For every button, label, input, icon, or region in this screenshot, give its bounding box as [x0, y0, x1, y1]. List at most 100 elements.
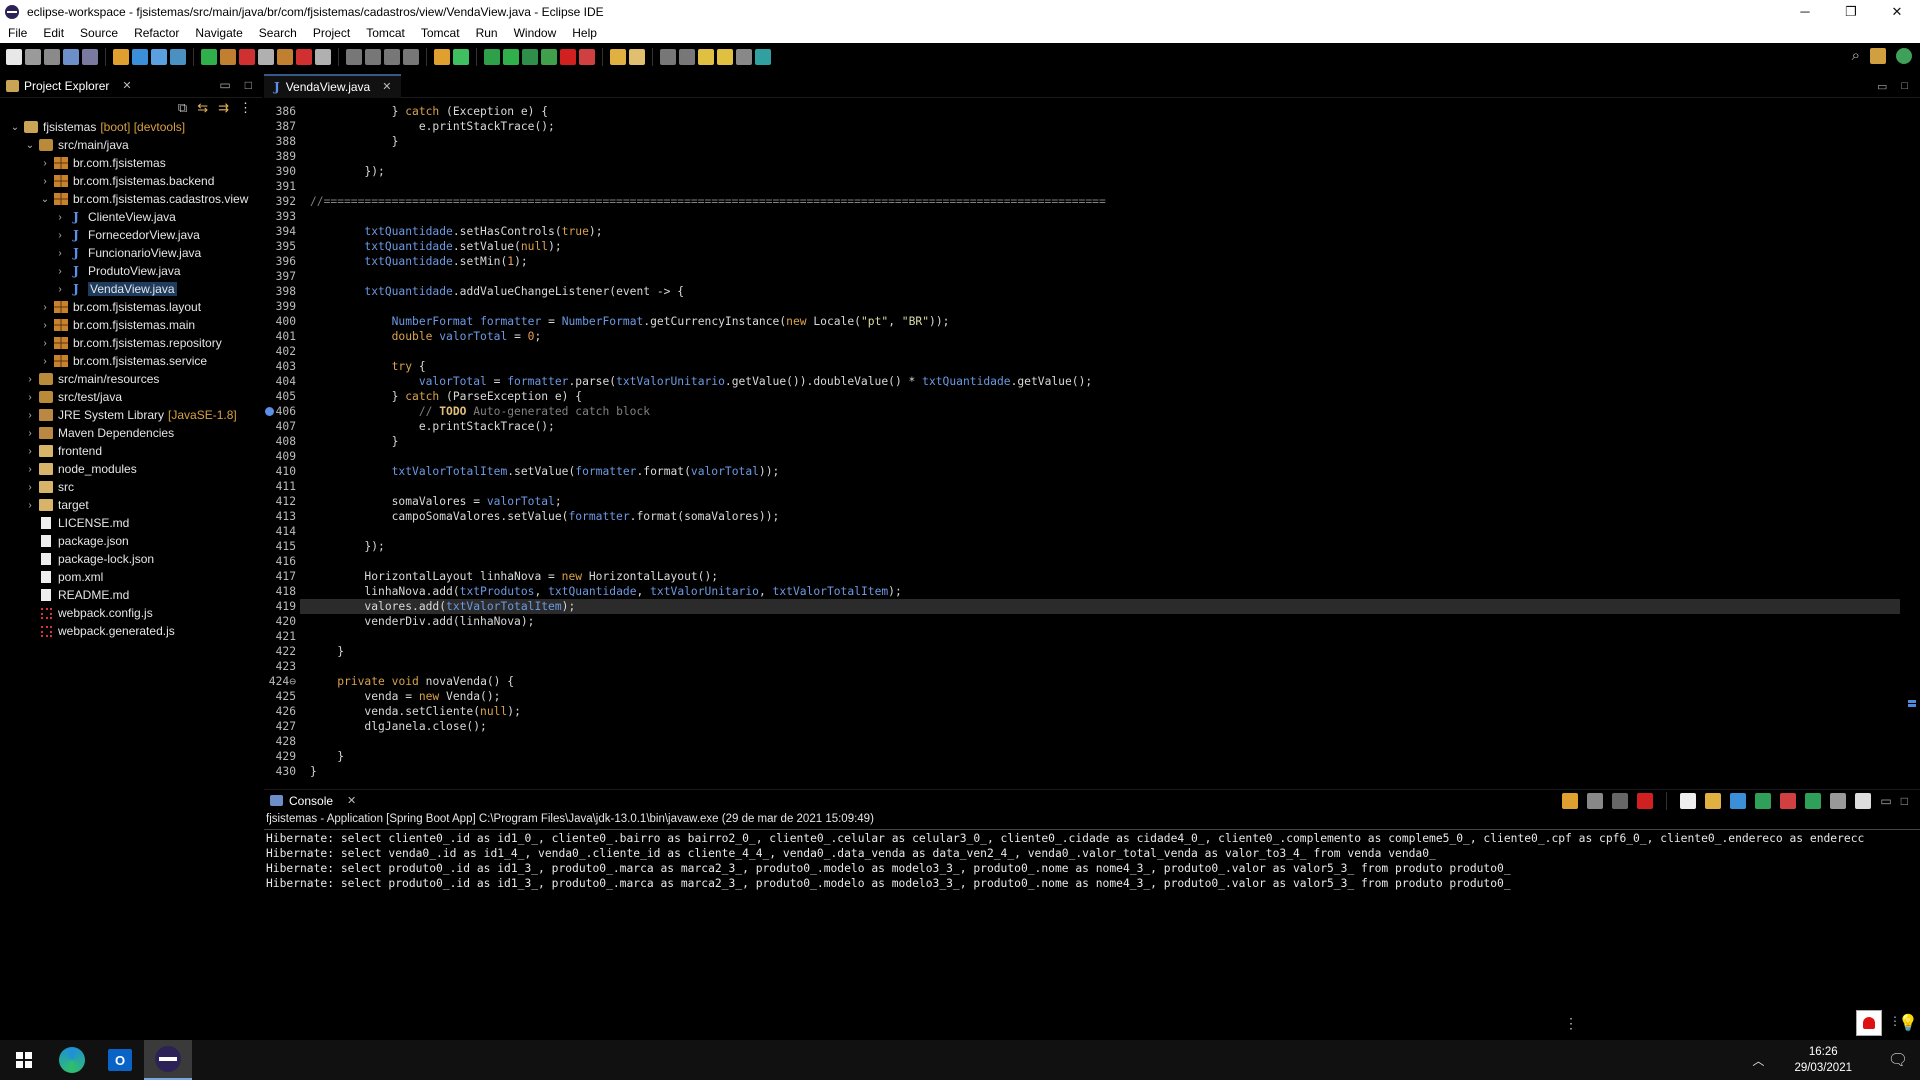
pin-console-icon[interactable]: [1805, 793, 1822, 809]
maximize-view-icon[interactable]: □: [245, 78, 252, 92]
minimize-button[interactable]: ─: [1782, 0, 1828, 23]
toggle-mark-icon[interactable]: [346, 49, 362, 65]
code-line[interactable]: 423: [264, 659, 1900, 674]
code-line[interactable]: 388 }: [264, 134, 1900, 149]
code-line[interactable]: 403 try {: [264, 359, 1900, 374]
chevron-right-icon[interactable]: ›: [23, 410, 37, 421]
console-output[interactable]: Hibernate: select cliente0_.id as id1_0_…: [264, 829, 1920, 891]
remove-launch-icon[interactable]: [1587, 793, 1604, 809]
tree-item[interactable]: › frontend: [0, 442, 262, 460]
code-line[interactable]: 410 txtValorTotalItem.setValue(formatter…: [264, 464, 1900, 479]
tomcat-restart-icon[interactable]: [315, 49, 331, 65]
chevron-right-icon[interactable]: ›: [23, 374, 37, 385]
tree-item[interactable]: › src: [0, 478, 262, 496]
tree-item[interactable]: › target: [0, 496, 262, 514]
chevron-right-icon[interactable]: ›: [53, 284, 67, 295]
block-select-icon[interactable]: [384, 49, 400, 65]
skip-breakpoints-icon[interactable]: [82, 49, 98, 65]
menu-refactor[interactable]: Refactor: [128, 26, 189, 40]
display-console-icon[interactable]: [1830, 793, 1847, 809]
link-editor-icon[interactable]: ⇆: [197, 100, 208, 116]
task-marker-icon[interactable]: [265, 407, 274, 416]
code-line[interactable]: 420 venderDiv.add(linhaNova);: [264, 614, 1900, 629]
menu-tomcat[interactable]: Tomcat: [360, 26, 415, 40]
external-tools-icon[interactable]: [541, 49, 557, 65]
tree-item[interactable]: › Maven Dependencies: [0, 424, 262, 442]
tree-item[interactable]: webpack.generated.js: [0, 622, 262, 640]
word-wrap-icon[interactable]: [1730, 793, 1747, 809]
save-icon[interactable]: [25, 49, 41, 65]
search-icon[interactable]: ⌕: [1852, 47, 1860, 64]
minimize-view-icon[interactable]: ▭: [219, 78, 230, 92]
minimize-view-icon[interactable]: ▭: [1880, 794, 1891, 808]
terminate-icon[interactable]: [1637, 793, 1654, 809]
notification-icon[interactable]: [1856, 1010, 1882, 1036]
chevron-down-icon[interactable]: ⌄: [38, 194, 52, 205]
tree-item[interactable]: › J VendaView.java: [0, 280, 262, 298]
close-icon[interactable]: ✕: [347, 794, 356, 807]
code-line[interactable]: 407 e.printStackTrace();: [264, 419, 1900, 434]
tree-item[interactable]: › J ProdutoView.java: [0, 262, 262, 280]
code-line[interactable]: 394 txtQuantidade.setHasControls(true);: [264, 224, 1900, 239]
chevron-right-icon[interactable]: ›: [23, 446, 37, 457]
chevron-right-icon[interactable]: ›: [38, 302, 52, 313]
tree-item[interactable]: webpack.config.js: [0, 604, 262, 622]
chevron-right-icon[interactable]: ›: [23, 392, 37, 403]
code-line[interactable]: 392 //===================================…: [264, 194, 1900, 209]
code-line[interactable]: 429 }: [264, 749, 1900, 764]
open-console-icon[interactable]: [1855, 793, 1872, 809]
new-class-icon[interactable]: [453, 49, 469, 65]
code-line[interactable]: 415 });: [264, 539, 1900, 554]
code-line[interactable]: 422 }: [264, 644, 1900, 659]
tree-item[interactable]: › J FuncionarioView.java: [0, 244, 262, 262]
menu-search[interactable]: Search: [253, 26, 307, 40]
code-line[interactable]: 401 double valorTotal = 0;: [264, 329, 1900, 344]
show-hidden-icons-icon[interactable]: ︿: [1752, 1052, 1764, 1069]
tree-item[interactable]: › br.com.fjsistemas: [0, 154, 262, 172]
tree-item[interactable]: › J ClienteView.java: [0, 208, 262, 226]
tree-item[interactable]: ⌄ br.com.fjsistemas.cadastros.view: [0, 190, 262, 208]
tab-project-explorer[interactable]: Project Explorer ✕: [6, 79, 132, 93]
scroll-lock-icon[interactable]: [1705, 793, 1722, 809]
code-line[interactable]: 386 } catch (Exception e) {: [264, 104, 1900, 119]
code-line[interactable]: 389: [264, 149, 1900, 164]
close-icon[interactable]: ✕: [122, 79, 131, 92]
menu-run[interactable]: Run: [470, 26, 508, 40]
code-line[interactable]: 421: [264, 629, 1900, 644]
refresh-icon[interactable]: [113, 49, 129, 65]
spring-perspective-icon[interactable]: [1896, 47, 1912, 64]
maximize-button[interactable]: ❐: [1828, 0, 1874, 23]
tab-vendaview[interactable]: J VendaView.java ✕: [264, 73, 402, 98]
code-line[interactable]: 390 });: [264, 164, 1900, 179]
refresh-icon[interactable]: [1562, 793, 1579, 809]
code-line[interactable]: 408 }: [264, 434, 1900, 449]
back-icon[interactable]: [717, 49, 733, 65]
tree-item[interactable]: › br.com.fjsistemas.repository: [0, 334, 262, 352]
chevron-right-icon[interactable]: ›: [23, 482, 37, 493]
word-wrap-icon[interactable]: [365, 49, 381, 65]
restart-server-icon[interactable]: [258, 49, 274, 65]
code-line[interactable]: 402: [264, 344, 1900, 359]
code-line[interactable]: 417 HorizontalLayout linhaNova = new Hor…: [264, 569, 1900, 584]
tree-item[interactable]: › src/test/java: [0, 388, 262, 406]
tree-item[interactable]: package-lock.json: [0, 550, 262, 568]
code-line[interactable]: 398 txtQuantidade.addValueChangeListener…: [264, 284, 1900, 299]
code-line[interactable]: 427 dlgJanela.close();: [264, 719, 1900, 734]
code-line[interactable]: 399: [264, 299, 1900, 314]
grid-icon[interactable]: [151, 49, 167, 65]
menu-edit[interactable]: Edit: [37, 26, 74, 40]
code-line[interactable]: 404 valorTotal = formatter.parse(txtValo…: [264, 374, 1900, 389]
stop-server-icon[interactable]: [239, 49, 255, 65]
start-server-icon[interactable]: [201, 49, 217, 65]
occurrence-marker[interactable]: [1908, 704, 1916, 707]
code-line[interactable]: 424⊖ private void novaVenda() {: [264, 674, 1900, 689]
tree-item[interactable]: › node_modules: [0, 460, 262, 478]
action-center-icon[interactable]: 🗨: [1876, 1040, 1920, 1080]
chevron-down-icon[interactable]: ⌄: [8, 122, 22, 133]
tree-item[interactable]: › br.com.fjsistemas.backend: [0, 172, 262, 190]
tomcat-start-icon[interactable]: [277, 49, 293, 65]
search-tool-icon[interactable]: [629, 49, 645, 65]
filter-icon[interactable]: ⇉: [218, 100, 229, 116]
chevron-right-icon[interactable]: ›: [53, 212, 67, 223]
chevron-right-icon[interactable]: ›: [38, 356, 52, 367]
